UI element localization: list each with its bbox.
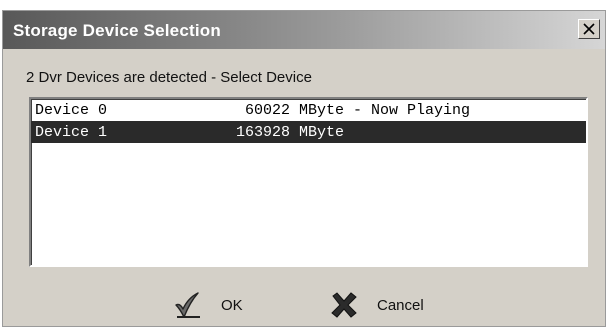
close-icon [583, 23, 595, 35]
device-name: Device 0 [35, 102, 108, 119]
checkmark-icon [175, 292, 200, 318]
ok-label: OK [221, 296, 243, 314]
device-list-item-selected[interactable]: Device 1 163928 MByte [31, 121, 586, 143]
device-size: 60022 [244, 102, 290, 119]
device-listbox[interactable]: Device 0 60022 MByte - Now Playing Devic… [29, 97, 588, 267]
storage-device-dialog: Storage Device Selection 2 Dvr Devices a… [2, 10, 606, 327]
close-button[interactable] [578, 19, 600, 39]
device-status: MByte - Now Playing [299, 102, 471, 119]
title-bar[interactable]: Storage Device Selection [3, 11, 605, 49]
cancel-label: Cancel [377, 296, 424, 314]
ok-button[interactable]: OK [173, 287, 283, 323]
x-cancel-icon [331, 292, 357, 318]
cancel-button[interactable]: Cancel [329, 287, 459, 323]
device-status: MByte [299, 124, 345, 141]
device-count-prompt: 2 Dvr Devices are detected - Select Devi… [26, 69, 312, 86]
device-size: 163928 [235, 124, 290, 141]
window-title: Storage Device Selection [13, 21, 221, 40]
device-list-item[interactable]: Device 0 60022 MByte - Now Playing [31, 99, 586, 121]
device-name: Device 1 [35, 124, 108, 141]
